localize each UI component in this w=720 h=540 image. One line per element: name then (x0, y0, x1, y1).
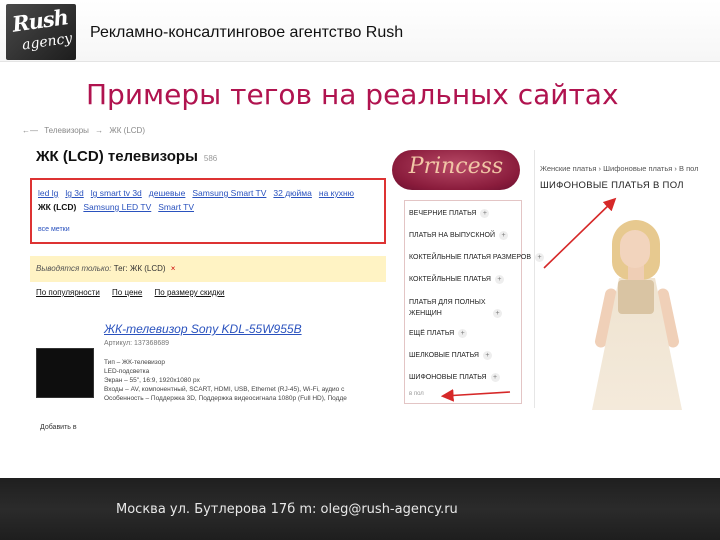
add-to-cart-link[interactable]: Добавить в (40, 424, 77, 431)
tag-row-1: led lg lg 3d lg smart tv 3d дешевые Samsung … (38, 188, 361, 198)
tag-link[interactable]: Samsung LED TV (83, 202, 151, 212)
menu-item[interactable]: Шелковые платья + (409, 351, 492, 360)
dress-category-heading: ШИФОНОВЫЕ ПЛАТЬЯ В ПОЛ (540, 180, 684, 191)
breadcrumb: ←— Телевизоры → ЖК (LCD) (22, 126, 145, 135)
slide-title: Примеры тегов на реальных сайтах (86, 78, 619, 111)
active-filter-bar: Выводятся только: Тег: ЖК (LCD) × (30, 256, 386, 282)
divider (534, 150, 535, 408)
sort-price[interactable]: По цене (112, 288, 142, 297)
tag-link[interactable]: Samsung Smart TV (192, 188, 266, 198)
princess-logo-text: Princess (408, 154, 504, 179)
tag-cloud-highlight: led lg lg 3d lg smart tv 3d дешевые Samsung … (30, 178, 386, 244)
menu-item[interactable]: Ещё платья + (409, 329, 468, 338)
tag-link[interactable]: lg 3d (65, 188, 83, 198)
plus-icon[interactable]: + (490, 373, 500, 382)
footer-band: Москва ул. Бутлерова 17б m: oleg@rush-ag… (0, 478, 720, 540)
product-article: Артикул: 137368689 (104, 340, 170, 347)
rush-agency-logo: Rush agency (6, 4, 76, 60)
menu-item-chiffon[interactable]: Шифоновые платья + (409, 373, 500, 382)
tag-link-active[interactable]: ЖК (LCD) (38, 202, 76, 212)
agency-name: Рекламно-консалтинговое агентство Rush (90, 24, 404, 41)
menu-item[interactable]: Коктейльные платья размеров + (409, 253, 545, 262)
tag-link[interactable]: 32 дюйма (273, 188, 311, 198)
product-count: 586 (203, 154, 218, 163)
sort-popularity[interactable]: По популярности (36, 288, 100, 297)
plus-icon[interactable]: + (493, 309, 502, 318)
plus-icon[interactable]: + (498, 231, 508, 240)
left-screenshot: ←— Телевизоры → ЖК (LCD) ЖК (LCD) телеви… (22, 124, 390, 431)
filter-label: Выводятся только: (36, 264, 112, 273)
tag-link[interactable]: led lg (38, 188, 58, 198)
sort-options: По популярности По цене По размеру скидк… (36, 288, 235, 297)
product-title-link[interactable]: ЖК-телевизор Sony KDL-55W955B (104, 322, 302, 336)
tag-link[interactable]: на кухню (319, 188, 354, 198)
menu-item[interactable]: Вечерние платья + (409, 209, 490, 218)
menu-item[interactable]: Платья для полных женщин + (409, 297, 502, 319)
spec-line: Тип – ЖК-телевизор (104, 359, 165, 366)
category-menu: Вечерние платья + Платья на выпускной + Ко… (404, 200, 545, 404)
tag-link[interactable]: lg smart tv 3d (91, 188, 142, 198)
plus-icon[interactable]: + (458, 329, 468, 338)
model-photo[interactable] (578, 218, 698, 410)
filter-value: Тег: ЖК (LCD) (113, 264, 166, 273)
product-specs: Тип – ЖК-телевизор LED-подсветка Экран –… (104, 358, 380, 403)
plus-icon[interactable]: + (535, 253, 545, 262)
plus-icon[interactable]: + (482, 351, 492, 360)
catalog-heading: ЖК (LCD) телевизоры 586 (36, 148, 218, 165)
tv-product-image[interactable] (36, 348, 94, 398)
all-tags-link[interactable]: все метки (38, 226, 70, 233)
catalog-card: ЖК (LCD) телевизоры 586 led lg lg 3d lg sma… (30, 142, 388, 431)
plus-icon[interactable]: + (480, 209, 490, 218)
remove-filter-icon[interactable]: × (171, 264, 176, 273)
breadcrumb-item[interactable]: Телевизоры (44, 126, 89, 135)
menu-item[interactable]: Платья на выпускной + (409, 231, 508, 240)
spec-line: Особенность – Поддержка 3D, Поддержка ви… (104, 395, 347, 402)
spec-line: LED-подсветка (104, 368, 150, 375)
right-screenshot: Princess Вечерние платья + Платья на выпу… (388, 148, 720, 410)
sort-discount[interactable]: По размеру скидки (155, 288, 225, 297)
spec-line: Входы – AV, компонентный, SCART, HDMI, U… (104, 386, 345, 393)
submenu-item[interactable]: в пол (409, 391, 424, 397)
header-band: Rush agency Рекламно-консалтинговое аген… (0, 0, 720, 62)
spec-line: Экран – 55", 16:9, 1920x1080 px (104, 377, 200, 384)
dress-breadcrumb[interactable]: Женские платья › Шифоновые платья › В по… (540, 164, 699, 173)
tag-link[interactable]: Smart TV (158, 202, 194, 212)
breadcrumb-item[interactable]: ЖК (LCD) (109, 126, 145, 135)
princess-logo[interactable]: Princess (392, 150, 520, 190)
plus-icon[interactable]: + (494, 275, 504, 284)
menu-item[interactable]: Коктейльные платья + (409, 275, 504, 284)
tag-link[interactable]: дешевые (149, 188, 186, 198)
footer-contact: Москва ул. Бутлерова 17б m: oleg@rush-ag… (116, 502, 458, 517)
tag-row-2: ЖК (LCD) Samsung LED TV Smart TV (38, 202, 201, 212)
